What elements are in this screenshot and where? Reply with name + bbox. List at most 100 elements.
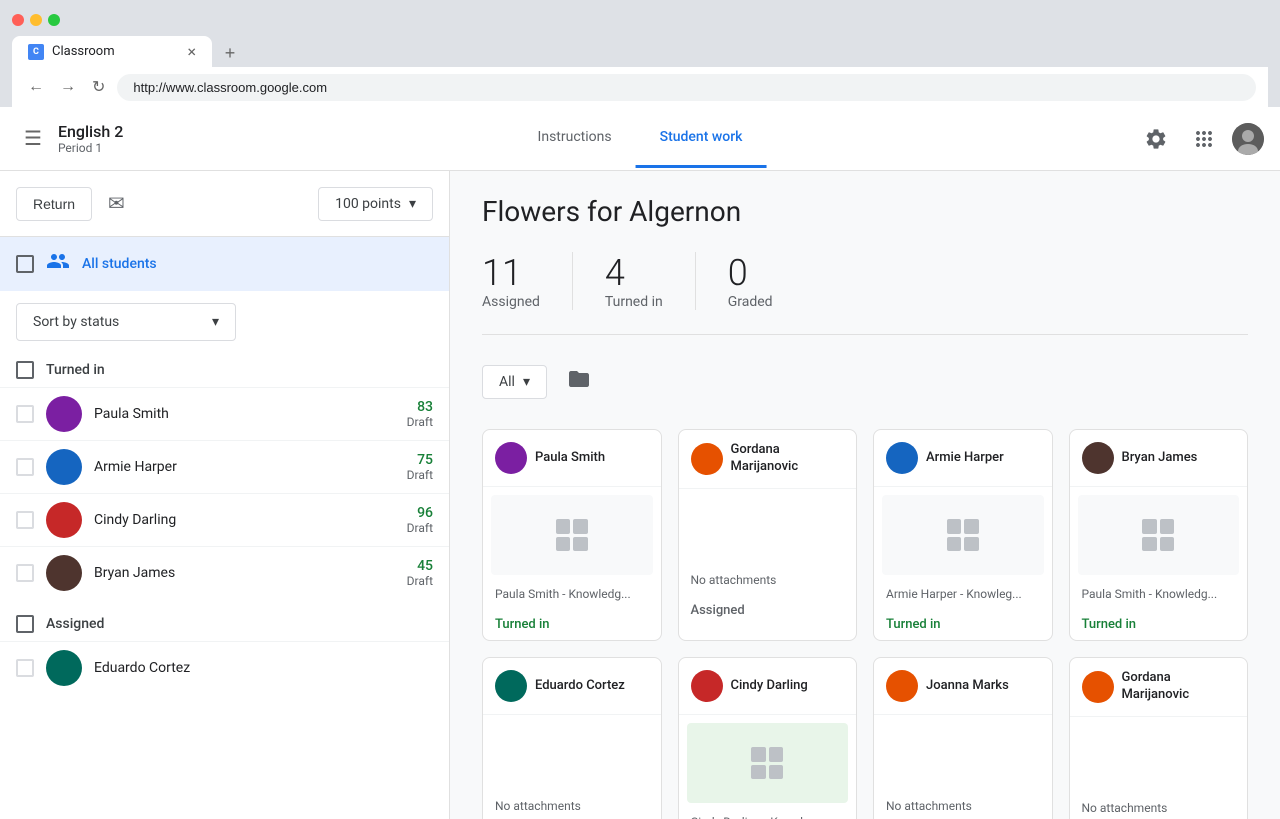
student-grade: 75 Draft — [407, 452, 433, 482]
student-checkbox[interactable] — [16, 405, 34, 423]
apps-button[interactable] — [1184, 119, 1224, 159]
maximize-traffic-light[interactable] — [48, 14, 60, 26]
avatar — [46, 502, 82, 538]
student-card[interactable]: Eduardo Cortez No attachments — [482, 657, 662, 819]
filter-selector[interactable]: All ▾ — [482, 365, 547, 399]
minimize-traffic-light[interactable] — [30, 14, 42, 26]
card-student-name: Joanna Marks — [926, 678, 1009, 695]
folder-button[interactable] — [559, 359, 599, 405]
card-attachment-label: No attachments — [1070, 797, 1248, 819]
forward-button[interactable]: → — [56, 74, 80, 100]
main-content: Flowers for Algernon 11 Assigned 4 Turne… — [450, 171, 1280, 819]
app-container: ☰ English 2 Period 1 Instructions Studen… — [0, 107, 1280, 819]
student-grade: 96 Draft — [407, 505, 433, 535]
student-checkbox[interactable] — [16, 458, 34, 476]
header-actions — [1136, 119, 1264, 159]
browser-tab[interactable]: C Classroom × — [12, 36, 212, 67]
student-checkbox[interactable] — [16, 659, 34, 677]
class-name: English 2 — [58, 122, 123, 141]
student-card[interactable]: Gordana Marijanovic No attachments — [1069, 657, 1249, 819]
student-card[interactable]: Paula Smith Paula Smith - Knowledg... Tu… — [482, 429, 662, 641]
tab-student-work[interactable]: Student work — [636, 109, 767, 168]
turned-in-section-header: Turned in — [0, 353, 449, 387]
card-avatar — [495, 442, 527, 474]
student-card[interactable]: Gordana Marijanovic No attachments Assig… — [678, 429, 858, 641]
student-row[interactable]: Cindy Darling 96 Draft — [0, 493, 449, 546]
all-students-checkbox[interactable] — [16, 255, 34, 273]
card-avatar — [1082, 442, 1114, 474]
student-grade: 45 Draft — [407, 558, 433, 588]
card-student-name: Cindy Darling — [731, 678, 808, 695]
back-button[interactable]: ← — [24, 74, 48, 100]
card-attachment — [882, 495, 1044, 575]
chevron-down-icon: ▾ — [212, 314, 219, 330]
app-header: ☰ English 2 Period 1 Instructions Studen… — [0, 107, 1280, 171]
cards-grid: Paula Smith Paula Smith - Knowledg... Tu… — [482, 429, 1248, 819]
points-selector[interactable]: 100 points ▾ — [318, 187, 433, 221]
card-attachment-label: Paula Smith - Knowledg... — [483, 583, 661, 609]
student-row[interactable]: Armie Harper 75 Draft — [0, 440, 449, 493]
avatar — [46, 449, 82, 485]
card-attachment-label: Paula Smith - Knowledg... — [1070, 583, 1248, 609]
student-row[interactable]: Eduardo Cortez — [0, 641, 449, 694]
student-row[interactable]: Bryan James 45 Draft — [0, 546, 449, 599]
card-student-name: Gordana Marijanovic — [1122, 670, 1236, 704]
avatar — [46, 555, 82, 591]
card-avatar — [691, 670, 723, 702]
app-body: Return ✉ 100 points ▾ All students Sort … — [0, 171, 1280, 819]
user-avatar[interactable] — [1232, 123, 1264, 155]
reload-button[interactable]: ↻ — [88, 73, 109, 101]
class-period: Period 1 — [58, 141, 123, 155]
card-header: Armie Harper — [874, 430, 1052, 487]
all-students-row[interactable]: All students — [0, 237, 449, 291]
assigned-label: Assigned — [46, 616, 104, 632]
card-attachment — [491, 495, 653, 575]
tab-instructions[interactable]: Instructions — [514, 109, 636, 168]
sort-row: Sort by status ▾ — [0, 291, 449, 353]
card-student-name: Bryan James — [1122, 450, 1198, 467]
url-bar[interactable] — [117, 74, 1256, 101]
student-card[interactable]: Armie Harper Armie Harper - Knowleg... T… — [873, 429, 1053, 641]
avatar — [46, 396, 82, 432]
filter-row: All ▾ — [482, 359, 1248, 405]
card-status: Assigned — [679, 595, 857, 626]
student-name: Bryan James — [94, 565, 407, 581]
card-status: Turned in — [1070, 609, 1248, 640]
stats-row: 11 Assigned 4 Turned in 0 Graded — [482, 252, 1248, 335]
student-grade: 83 Draft — [407, 399, 433, 429]
card-avatar — [886, 670, 918, 702]
card-attachment-label: No attachments — [874, 795, 1052, 819]
sidebar: Return ✉ 100 points ▾ All students Sort … — [0, 171, 450, 819]
student-card[interactable]: Bryan James Paula Smith - Knowledg... Tu… — [1069, 429, 1249, 641]
student-card[interactable]: Cindy Darling Cindy Darling - Knowle.. — [678, 657, 858, 819]
class-brand: English 2 Period 1 — [58, 122, 123, 155]
student-card[interactable]: Joanna Marks No attachments — [873, 657, 1053, 819]
student-name: Eduardo Cortez — [94, 660, 433, 676]
card-header: Cindy Darling — [679, 658, 857, 715]
student-checkbox[interactable] — [16, 564, 34, 582]
card-attachment-label: Armie Harper - Knowleg... — [874, 583, 1052, 609]
close-traffic-light[interactable] — [12, 14, 24, 26]
stat-graded: 0 Graded — [696, 252, 805, 310]
card-attachment-label: Cindy Darling - Knowle.. — [679, 811, 857, 819]
card-header: Eduardo Cortez — [483, 658, 661, 715]
new-tab-button[interactable]: + — [216, 39, 244, 67]
card-status: Turned in — [483, 609, 661, 640]
student-row[interactable]: Paula Smith 83 Draft — [0, 387, 449, 440]
student-name: Cindy Darling — [94, 512, 407, 528]
tab-close-button[interactable]: × — [187, 42, 196, 61]
menu-button[interactable]: ☰ — [16, 118, 50, 159]
student-checkbox[interactable] — [16, 511, 34, 529]
return-button[interactable]: Return — [16, 187, 92, 221]
assigned-checkbox[interactable] — [16, 615, 34, 633]
card-header: Paula Smith — [483, 430, 661, 487]
settings-button[interactable] — [1136, 119, 1176, 159]
card-header: Gordana Marijanovic — [679, 430, 857, 489]
mail-button[interactable]: ✉ — [100, 183, 133, 224]
sort-selector[interactable]: Sort by status ▾ — [16, 303, 236, 341]
chevron-down-icon: ▾ — [523, 374, 530, 390]
turned-in-checkbox[interactable] — [16, 361, 34, 379]
all-students-icon — [46, 249, 70, 279]
card-avatar — [886, 442, 918, 474]
card-no-attachment — [679, 489, 857, 569]
